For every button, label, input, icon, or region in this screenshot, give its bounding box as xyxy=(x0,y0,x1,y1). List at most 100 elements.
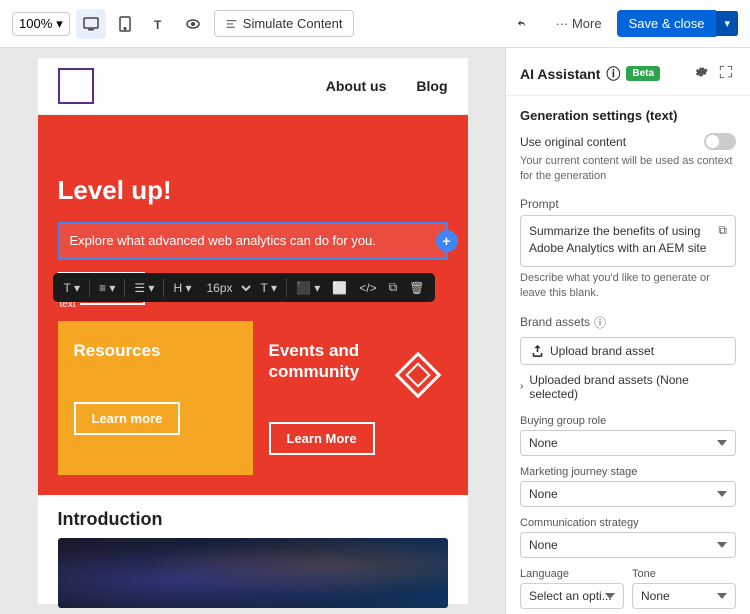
brand-info-icon: ⓘ xyxy=(594,314,606,331)
beta-badge: Beta xyxy=(626,66,660,81)
more-label: ··· More xyxy=(555,16,601,31)
device-icons: T xyxy=(76,9,208,39)
code-btn[interactable]: </> xyxy=(354,278,381,298)
buying-group-select[interactable]: None xyxy=(520,430,736,456)
text-type-btn[interactable]: T ▾ xyxy=(59,278,85,298)
nav-about[interactable]: About us xyxy=(326,78,387,94)
text-align-btn[interactable]: ≡ ▾ xyxy=(94,278,120,298)
more-btn[interactable]: ··· More xyxy=(546,10,610,37)
prompt-copy-btn[interactable]: ⧉ xyxy=(718,223,727,238)
block-btn[interactable]: ⬜ xyxy=(327,278,352,298)
list-btn[interactable]: ☰ ▾ xyxy=(129,278,159,298)
tone-field: Tone None xyxy=(632,568,736,609)
language-select[interactable]: Select an opti... xyxy=(520,583,624,609)
undo-btn[interactable] xyxy=(508,11,540,37)
hero-title[interactable]: Level up! xyxy=(58,175,448,206)
panel-icons xyxy=(692,62,736,85)
top-bar-right: ··· More Save & close ▾ xyxy=(508,10,738,37)
desktop-device-btn[interactable] xyxy=(76,9,106,39)
language-label: Language xyxy=(520,568,624,580)
uploaded-brand-label: Uploaded brand assets (None selected) xyxy=(529,373,736,401)
panel-title: AI Assistant ⓘ Beta xyxy=(520,64,660,84)
main-area: About us Blog T ▾ ≡ ▾ ☰ ▾ H ▾ 16px14px18… xyxy=(0,48,750,614)
heading-btn[interactable]: H ▾ xyxy=(168,278,196,298)
upload-brand-btn[interactable]: Upload brand asset xyxy=(520,337,736,365)
communication-select[interactable]: None xyxy=(520,532,736,558)
zoom-chevron-icon: ▾ xyxy=(56,16,63,32)
resources-learn-more-btn[interactable]: Learn more xyxy=(74,402,181,435)
tone-label: Tone xyxy=(632,568,736,580)
buying-group-label: Buying group role xyxy=(520,415,736,427)
intro-title: Introduction xyxy=(58,509,448,530)
marketing-journey-field: Marketing journey stage None xyxy=(520,466,736,507)
page-nav: About us Blog xyxy=(38,58,468,115)
diamond-icon xyxy=(388,345,448,405)
use-original-label: Use original content xyxy=(520,135,626,149)
marketing-journey-label: Marketing journey stage xyxy=(520,466,736,478)
brand-assets-text: Brand assets xyxy=(520,315,590,329)
page-canvas: About us Blog T ▾ ≡ ▾ ☰ ▾ H ▾ 16px14px18… xyxy=(38,58,468,604)
language-field: Language Select an opti... xyxy=(520,568,624,609)
add-element-btn[interactable]: + xyxy=(436,230,458,252)
intro-image xyxy=(58,538,448,608)
preview-btn[interactable] xyxy=(178,9,208,39)
expand-arrow-icon: › xyxy=(520,381,523,392)
right-panel: AI Assistant ⓘ Beta Generation settings … xyxy=(505,48,750,614)
copy-btn[interactable]: ⧉ xyxy=(384,277,403,298)
panel-expand-btn[interactable] xyxy=(716,62,736,85)
image-btn[interactable]: ⬛ ▾ xyxy=(291,278,325,298)
events-learn-more-btn[interactable]: Learn More xyxy=(269,422,375,455)
tb-T-btn[interactable]: T ▾ xyxy=(256,278,282,298)
tb-sep-4 xyxy=(286,279,287,297)
svg-text:T: T xyxy=(154,18,162,32)
communication-label: Communication strategy xyxy=(520,517,736,529)
panel-info-icon: ⓘ xyxy=(606,64,620,84)
communication-field: Communication strategy None xyxy=(520,517,736,558)
save-close-btn[interactable]: Save & close ▾ xyxy=(617,10,738,37)
panel-body: Generation settings (text) Use original … xyxy=(506,96,750,614)
save-close-dropdown-btn[interactable]: ▾ xyxy=(716,11,738,36)
use-original-desc: Your current content will be used as con… xyxy=(520,154,736,185)
text-toolbar: T ▾ ≡ ▾ ☰ ▾ H ▾ 16px14px18px24px T ▾ ⬛ ▾… xyxy=(53,273,436,302)
panel-settings-btn[interactable] xyxy=(692,62,712,85)
hero-section: T ▾ ≡ ▾ ☰ ▾ H ▾ 16px14px18px24px T ▾ ⬛ ▾… xyxy=(38,115,468,495)
simulate-content-btn[interactable]: Simulate Content xyxy=(214,10,354,37)
top-bar-left: 100% ▾ T Simulate Content xyxy=(12,9,354,39)
font-size-select[interactable]: 16px14px18px24px xyxy=(199,278,254,298)
prompt-box[interactable]: Summarize the benefits of using Adobe An… xyxy=(520,215,736,267)
use-original-toggle[interactable] xyxy=(704,133,736,150)
panel-header: AI Assistant ⓘ Beta xyxy=(506,48,750,96)
selected-text: Explore what advanced web analytics can … xyxy=(70,233,376,248)
resources-col: Resources Learn more xyxy=(58,321,253,475)
tb-sep-2 xyxy=(124,279,125,297)
selected-text-box[interactable]: Explore what advanced web analytics can … xyxy=(58,222,448,260)
simulate-label: Simulate Content xyxy=(243,16,343,31)
tb-sep-3 xyxy=(163,279,164,297)
resources-title: Resources xyxy=(74,341,237,361)
settings-section-title: Generation settings (text) xyxy=(520,108,736,123)
use-original-row: Use original content xyxy=(520,133,736,150)
panel-title-text: AI Assistant xyxy=(520,66,600,82)
upload-brand-label: Upload brand asset xyxy=(550,344,654,358)
tb-sep-1 xyxy=(89,279,90,297)
buying-group-field: Buying group role None xyxy=(520,415,736,456)
prompt-label: Prompt xyxy=(520,197,736,211)
uploaded-brand-row[interactable]: › Uploaded brand assets (None selected) xyxy=(520,373,736,401)
lang-tone-row: Language Select an opti... Tone None xyxy=(520,568,736,614)
text-btn[interactable]: T xyxy=(144,9,174,39)
marketing-journey-select[interactable]: None xyxy=(520,481,736,507)
nav-logo xyxy=(58,68,94,104)
nav-blog[interactable]: Blog xyxy=(416,78,447,94)
delete-btn[interactable]: 🗑 xyxy=(404,278,429,298)
save-close-main-btn[interactable]: Save & close xyxy=(617,10,717,37)
zoom-value: 100% xyxy=(19,16,52,31)
canvas-area: About us Blog T ▾ ≡ ▾ ☰ ▾ H ▾ 16px14px18… xyxy=(0,48,505,614)
prompt-hint: Describe what you'd like to generate or … xyxy=(520,271,736,302)
zoom-select[interactable]: 100% ▾ xyxy=(12,12,70,36)
tone-select[interactable]: None xyxy=(632,583,736,609)
brand-assets-label: Brand assets ⓘ xyxy=(520,314,736,331)
intro-section: Introduction xyxy=(38,495,468,614)
tablet-device-btn[interactable] xyxy=(110,9,140,39)
prompt-text: Summarize the benefits of using Adobe An… xyxy=(529,223,714,257)
top-bar: 100% ▾ T Simulate Content ··· M xyxy=(0,0,750,48)
